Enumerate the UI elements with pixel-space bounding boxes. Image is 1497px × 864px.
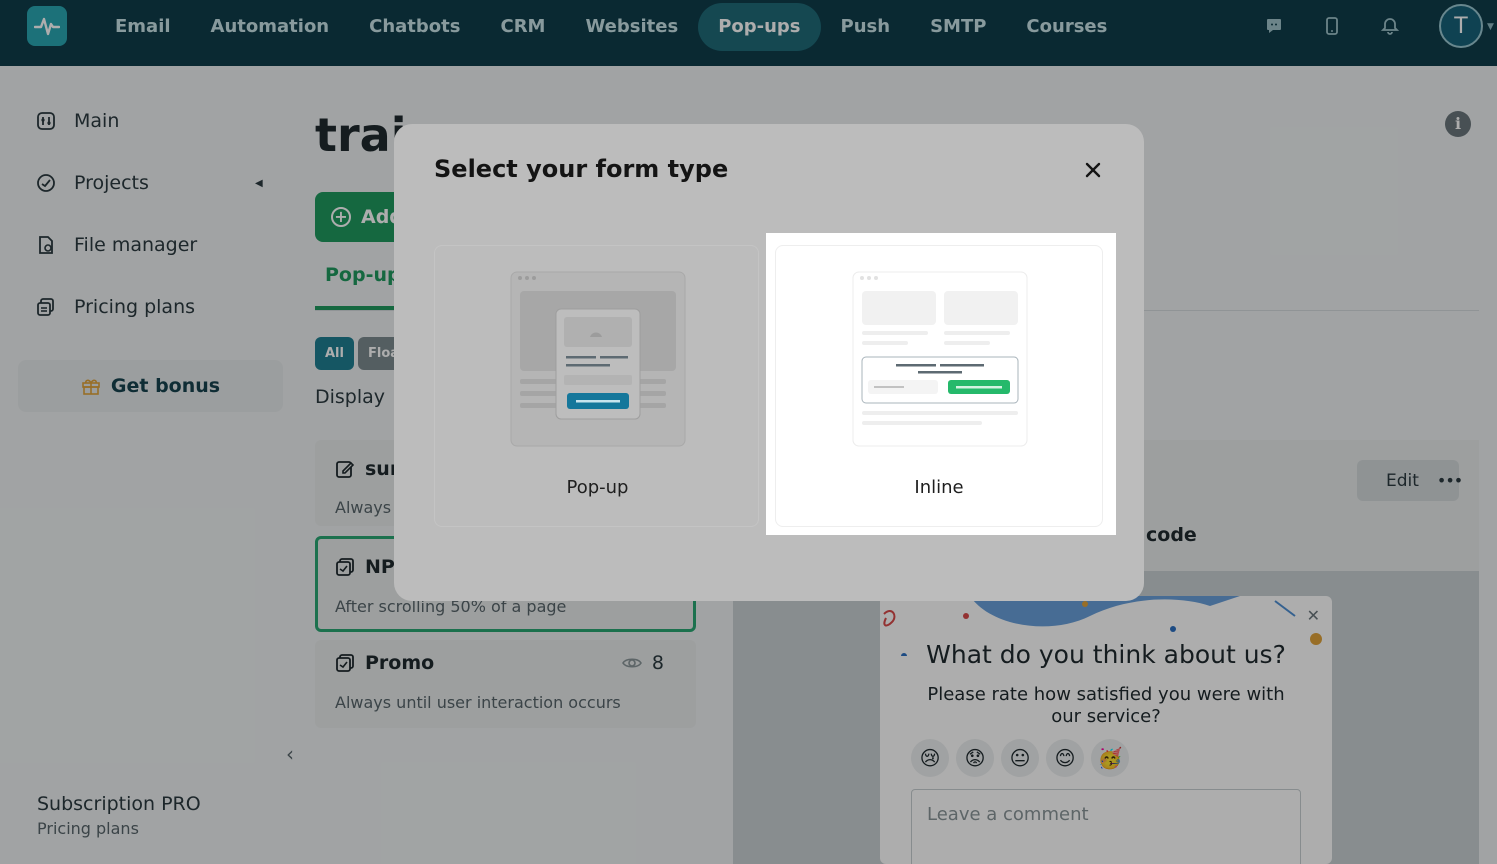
inline-illustration-icon — [852, 271, 1028, 447]
select-form-type-dialog: Select your form type Pop-up Inline — [394, 124, 1144, 601]
close-icon[interactable] — [1080, 157, 1106, 183]
form-type-label-inline: Inline — [914, 477, 964, 498]
dialog-title: Select your form type — [434, 155, 729, 183]
popup-illustration-icon — [510, 271, 686, 447]
form-type-label-popup: Pop-up — [566, 477, 629, 498]
